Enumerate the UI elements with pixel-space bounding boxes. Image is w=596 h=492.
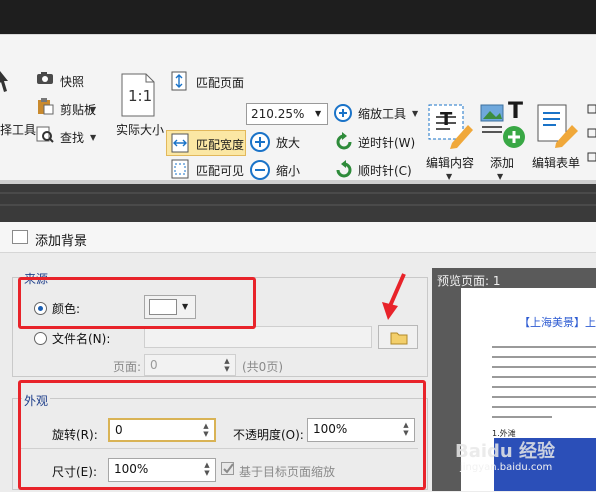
filename-radio[interactable] bbox=[34, 332, 47, 345]
text-glyph: T bbox=[440, 109, 453, 130]
clipboard-icon bbox=[36, 97, 54, 118]
filename-label: 文件名(N): bbox=[52, 332, 111, 346]
preview-text-line bbox=[492, 376, 596, 378]
zoom-in-button[interactable]: 放大 bbox=[276, 134, 300, 151]
preview-text-line bbox=[492, 356, 596, 358]
text-glyph: T bbox=[508, 99, 524, 124]
separator bbox=[0, 204, 596, 206]
ribbon-toolbar: 择工具 快照 剪贴板 ▼ 查找 ▼ 1:1 实际大小 匹配页面 匹配宽度 匹配可… bbox=[0, 34, 596, 185]
page-value: 0 bbox=[150, 358, 158, 372]
zoom-select[interactable]: 210.25% ▼ bbox=[246, 103, 328, 125]
zoom-out-button[interactable]: 缩小 bbox=[276, 162, 300, 179]
edit-form-icon bbox=[536, 103, 580, 152]
zoom-in-icon bbox=[249, 131, 271, 156]
fit-width-icon bbox=[170, 133, 190, 156]
find-icon bbox=[36, 125, 54, 146]
dialog-title: 添加背景 bbox=[35, 234, 88, 249]
fit-page-button[interactable]: 匹配页面 bbox=[196, 74, 244, 91]
chevron-down-icon[interactable]: ▼ bbox=[315, 109, 321, 118]
annotation-arrow-icon bbox=[382, 273, 406, 320]
spinner-icon[interactable]: ▲ ▼ bbox=[221, 357, 233, 373]
page-input[interactable]: 0 ▲ ▼ bbox=[144, 354, 236, 376]
window-top-bar bbox=[0, 0, 596, 34]
fit-width-button[interactable]: 匹配宽度 bbox=[196, 136, 244, 153]
preview-text-line bbox=[492, 396, 596, 398]
select-tool-icon[interactable] bbox=[0, 69, 10, 99]
zoom-tool-icon bbox=[333, 103, 355, 128]
fit-page-icon bbox=[170, 71, 188, 94]
edit-content-button[interactable]: 编辑内容 bbox=[426, 154, 474, 171]
preview-text-line bbox=[492, 416, 552, 418]
fit-visible-icon bbox=[170, 159, 190, 182]
page-total: (共0页) bbox=[242, 360, 283, 374]
browse-file-button[interactable] bbox=[378, 325, 418, 349]
snapshot-button[interactable]: 快照 bbox=[60, 73, 84, 90]
watermark-url: jingyan.baidu.com bbox=[460, 462, 553, 473]
preview-text-line bbox=[492, 366, 596, 368]
camera-icon bbox=[36, 71, 54, 88]
preview-text-line bbox=[492, 346, 596, 348]
zoom-tool-button[interactable]: 缩放工具 bbox=[358, 105, 406, 122]
find-button[interactable]: 查找 bbox=[60, 129, 84, 146]
dialog-titlebar bbox=[0, 222, 596, 253]
watermark-logo: Baidu 经验 bbox=[455, 441, 556, 462]
rotate-cw-button[interactable]: 顺时针(C) bbox=[358, 162, 412, 179]
chevron-down-icon[interactable]: ▼ bbox=[90, 133, 96, 142]
separator bbox=[0, 192, 596, 194]
annotation-box-appearance bbox=[18, 380, 426, 490]
preview-text-line bbox=[492, 406, 596, 408]
add-button[interactable]: 添加 bbox=[490, 154, 514, 171]
folder-icon bbox=[390, 332, 408, 345]
annotation-box-color bbox=[18, 277, 256, 329]
preview-page-label: 预览页面: 1 bbox=[437, 274, 501, 288]
actual-size-button[interactable]: 实际大小 bbox=[116, 121, 164, 138]
dialog-window-icon bbox=[12, 230, 28, 244]
chevron-down-icon[interactable]: ▼ bbox=[412, 109, 418, 118]
fit-visible-button[interactable]: 匹配可见 bbox=[196, 162, 244, 179]
chevron-down-icon[interactable]: ▼ bbox=[90, 105, 96, 114]
edit-form-button[interactable]: 编辑表单 bbox=[532, 154, 580, 171]
preview-text-line bbox=[492, 386, 596, 388]
zoom-value: 210.25% bbox=[251, 107, 305, 121]
document-canvas-background bbox=[0, 184, 596, 222]
preview-document-title: 【上海美景】上 bbox=[519, 316, 596, 329]
rotate-ccw-button[interactable]: 逆时针(W) bbox=[358, 134, 415, 151]
rotate-ccw-icon bbox=[333, 131, 355, 156]
select-tool-label[interactable]: 择工具 bbox=[0, 121, 36, 138]
actual-size-glyph: 1:1 bbox=[128, 87, 153, 105]
page-label: 页面: bbox=[113, 360, 142, 374]
filename-input[interactable] bbox=[144, 326, 372, 348]
more-tool-icon[interactable] bbox=[586, 103, 596, 166]
